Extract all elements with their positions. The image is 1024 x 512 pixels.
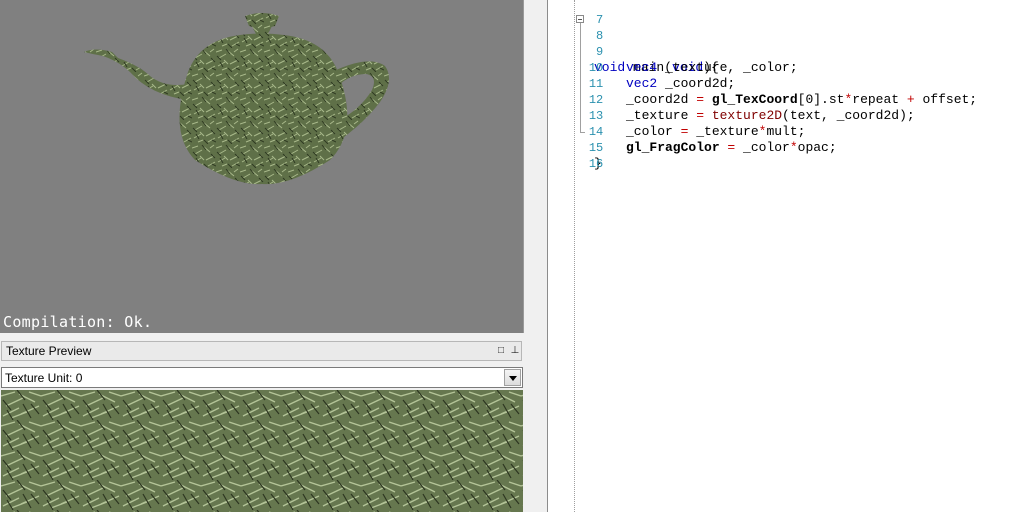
code-line: 13 _color = _texture*mult;	[548, 92, 1024, 139]
code-line: 11 _coord2d = gl_TexCoord[0].st*repeat +…	[548, 60, 1024, 107]
shader-viewport[interactable]: Compilation: Ok.	[0, 0, 524, 333]
code-line: 7	[548, 0, 1024, 27]
code-line: 9 vec4 _texture, _color;	[548, 28, 1024, 75]
panel-splitter[interactable]	[0, 333, 524, 340]
texture-preview-image	[1, 390, 523, 512]
texture-preview-panel-header: Texture Preview □ ⊥	[1, 341, 522, 361]
pin-icon[interactable]: ⊥	[510, 346, 520, 356]
chevron-down-icon[interactable]	[504, 369, 521, 386]
code-line: 16	[548, 140, 1024, 171]
vertical-splitter[interactable]	[524, 0, 547, 512]
code-line: 15 }	[548, 124, 1024, 171]
line-number: 16	[588, 157, 604, 171]
texture-unit-select[interactable]: Texture Unit: 0	[1, 367, 523, 388]
fold-collapse-icon[interactable]	[576, 15, 584, 23]
code-line: 12 _texture = texture2D(text, _coord2d);	[548, 76, 1024, 123]
teapot-render	[84, 13, 389, 185]
texture-unit-value: Texture Unit: 0	[5, 371, 83, 385]
code-line: 14 gl_FragColor = _color*opac;	[548, 108, 1024, 155]
panel-title: Texture Preview	[6, 344, 92, 358]
code-editor[interactable]: 7 8 void main(void){ 9 vec4 _texture, _c…	[548, 0, 1024, 512]
float-panel-icon[interactable]: □	[496, 346, 506, 356]
compilation-status: Compilation: Ok.	[3, 313, 153, 331]
code-line: 10 vec2 _coord2d;	[548, 44, 1024, 91]
code-line: 8 void main(void){	[548, 12, 1024, 75]
